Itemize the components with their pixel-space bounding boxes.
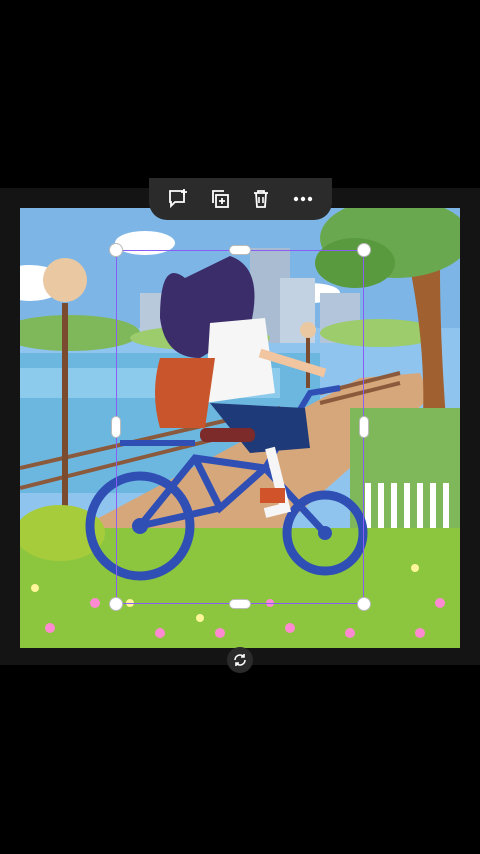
resize-handle-top-left[interactable] xyxy=(109,243,123,257)
resize-handle-top[interactable] xyxy=(229,245,251,255)
resize-handle-bottom[interactable] xyxy=(229,599,251,609)
more-options-icon xyxy=(293,196,313,202)
comment-add-button[interactable] xyxy=(161,182,195,216)
trash-icon xyxy=(254,190,269,208)
resize-handle-bottom-right[interactable] xyxy=(357,597,371,611)
element-toolbar xyxy=(149,178,332,220)
duplicate-icon xyxy=(211,190,229,208)
rotate-button[interactable] xyxy=(227,647,253,673)
resize-handle-left[interactable] xyxy=(111,416,121,438)
delete-button[interactable] xyxy=(244,182,278,216)
selection-box[interactable] xyxy=(116,250,364,604)
resize-handle-right[interactable] xyxy=(359,416,369,438)
rotate-icon xyxy=(234,654,246,666)
duplicate-button[interactable] xyxy=(203,182,237,216)
resize-handle-top-right[interactable] xyxy=(357,243,371,257)
resize-handle-bottom-left[interactable] xyxy=(109,597,123,611)
comment-add-icon xyxy=(168,189,187,209)
more-options-button[interactable] xyxy=(286,182,320,216)
